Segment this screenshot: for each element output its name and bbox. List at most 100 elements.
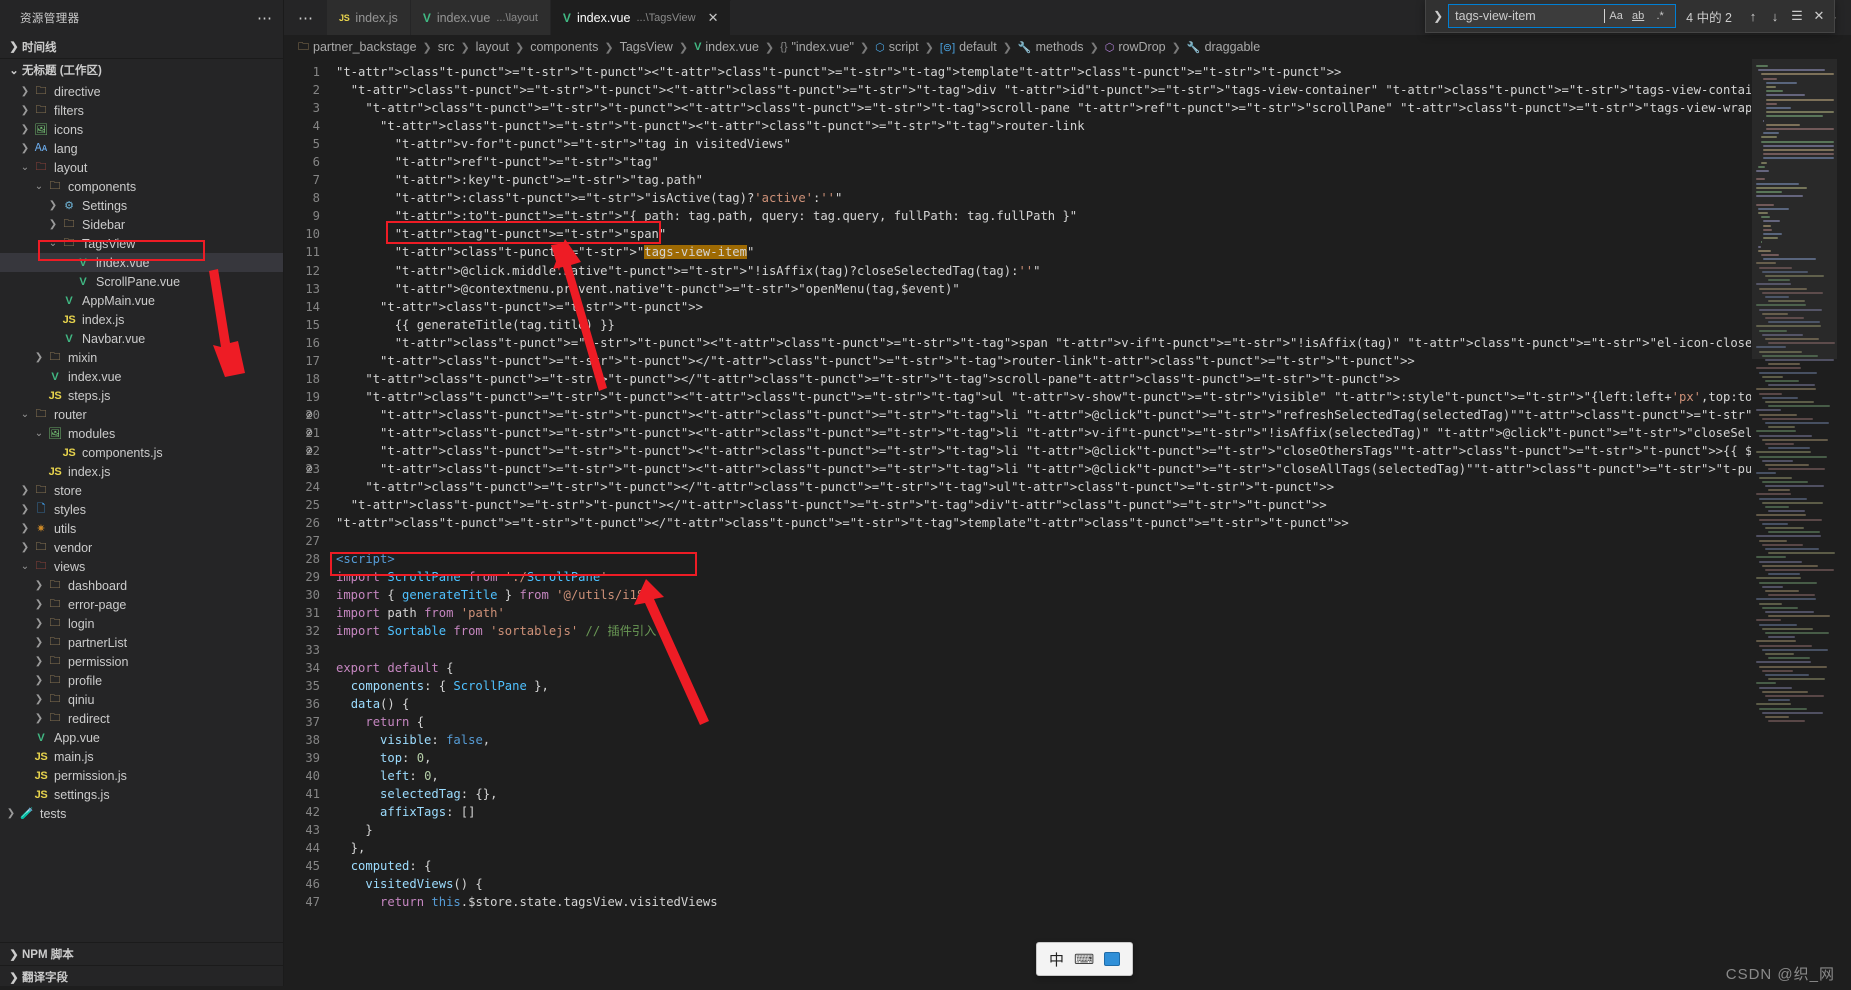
chevron-down-icon[interactable]: ⌄ xyxy=(18,162,32,173)
code-line[interactable]: 2 "t-attr">class"t-punct">="t-str">"t-pu… xyxy=(284,81,1751,99)
code-line[interactable]: 26 "t-attr">class"t-punct">="t-str">"t-pu… xyxy=(284,514,1751,532)
next-match-button[interactable]: ↓ xyxy=(1764,5,1786,27)
tree-item-appmain-vue[interactable]: V AppMain.vue xyxy=(0,291,283,310)
breadcrumb-item-draggable[interactable]: 🔧 draggable xyxy=(1187,40,1260,54)
chevron-right-icon[interactable]: ❯ xyxy=(32,675,46,686)
tree-item-index-vue[interactable]: Vindex.vue xyxy=(0,367,283,386)
code-line[interactable]: 40 left: 0, xyxy=(284,767,1751,785)
breadcrumb-item-indexvue[interactable]: {} "index.vue" xyxy=(780,40,854,54)
chevron-right-icon[interactable]: ❯ xyxy=(18,105,32,116)
code-line[interactable]: 13 "t-attr">@contextmenu.prevent.native"… xyxy=(284,280,1751,298)
tree-item-permission[interactable]: ❯ 🗀 permission xyxy=(0,652,283,671)
breadcrumb-item-tagsview[interactable]: TagsView xyxy=(620,40,673,54)
tree-item-dashboard[interactable]: ❯ 🗀 dashboard xyxy=(0,576,283,595)
breadcrumb-item-partnerbackstage[interactable]: 🗀 partner_backstage xyxy=(298,38,417,57)
code-line[interactable]: 23 ⊙ "t-attr">class"t-punct">="t-str">"t-… xyxy=(284,460,1751,478)
chevron-down-icon[interactable]: ⌄ xyxy=(46,238,60,249)
match-whole-word-toggle[interactable]: ab xyxy=(1627,6,1649,26)
use-regex-toggle[interactable]: .* xyxy=(1649,6,1671,26)
code-line[interactable]: 32 import Sortable from 'sortablejs' // 插… xyxy=(284,622,1751,640)
sidebar-section-npm-scripts[interactable]: ❯ NPM 脚本 xyxy=(0,942,283,965)
code-line[interactable]: 42 affixTags: [] xyxy=(284,803,1751,821)
keyboard-icon[interactable]: ⌨ xyxy=(1074,951,1094,968)
code-line[interactable]: 41 selectedTag: {}, xyxy=(284,785,1751,803)
code-line[interactable]: 1 "t-attr">class"t-punct">="t-str">"t-pun… xyxy=(284,63,1751,81)
code-line[interactable]: 8 "t-attr">:class"t-punct">="t-str">"isA… xyxy=(284,189,1751,207)
code-line[interactable]: 33 xyxy=(284,641,1751,659)
tree-item-login[interactable]: ❯ 🗀 login xyxy=(0,614,283,633)
breadcrumb-item-layout[interactable]: layout xyxy=(476,40,509,54)
tree-item-utils[interactable]: ❯ ✷ utils xyxy=(0,519,283,538)
code-line[interactable]: 35 components: { ScrollPane }, xyxy=(284,677,1751,695)
tree-item-tests[interactable]: ❯ 🧪 tests xyxy=(0,804,283,823)
chevron-down-icon[interactable]: ⌄ xyxy=(18,409,32,420)
sidebar-section-timeline[interactable]: ❯ 时间线 xyxy=(0,35,283,58)
tree-item-index-js[interactable]: JS index.js xyxy=(0,462,283,481)
tree-item-permission-js[interactable]: JS permission.js xyxy=(0,766,283,785)
breadcrumb[interactable]: 🗀 partner_backstage ❯ src ❯ layout ❯ components… xyxy=(284,35,1851,59)
tree-item-navbar-vue[interactable]: V Navbar.vue xyxy=(0,329,283,348)
tree-item-index-vue[interactable]: Vindex.vue xyxy=(0,253,283,272)
code-line[interactable]: 45 computed: { xyxy=(284,857,1751,875)
code-line[interactable]: 17 "t-attr">class"t-punct">="t-str">"t-p… xyxy=(284,352,1751,370)
breadcrumb-item-indexvue[interactable]: Vindex.vue xyxy=(694,40,759,54)
tree-item-settings[interactable]: ❯ ⚙ Settings xyxy=(0,196,283,215)
tree-item-modules[interactable]: ⌄ 🖼 modules xyxy=(0,424,283,443)
chevron-down-icon[interactable]: ⌄ xyxy=(32,181,46,192)
tree-item-settings-js[interactable]: JS settings.js xyxy=(0,785,283,804)
code-line[interactable]: 4 "t-attr">class"t-punct">="t-str">"t-pu… xyxy=(284,117,1751,135)
tree-item-index-js[interactable]: JS index.js xyxy=(0,310,283,329)
tree-item-app-vue[interactable]: V App.vue xyxy=(0,728,283,747)
code-line[interactable]: 20 ⊙ "t-attr">class"t-punct">="t-str">"t-… xyxy=(284,406,1751,424)
code-line[interactable]: 19 "t-attr">class"t-punct">="t-str">"t-p… xyxy=(284,388,1751,406)
code-line[interactable]: 47 return this.$store.state.tagsView.vis… xyxy=(284,893,1751,911)
code-line[interactable]: 3 "t-attr">class"t-punct">="t-str">"t-pu… xyxy=(284,99,1751,117)
tree-item-error-page[interactable]: ❯ 🗀 error-page xyxy=(0,595,283,614)
fold-indicator-icon[interactable]: ⊙ xyxy=(306,460,313,478)
fold-indicator-icon[interactable]: ⊙ xyxy=(306,406,313,424)
code-line[interactable]: 9 "t-attr">:to"t-punct">="t-str">"{ path… xyxy=(284,207,1751,225)
code-line[interactable]: 16 "t-attr">class"t-punct">="t-str">"t-p… xyxy=(284,334,1751,352)
code-line[interactable]: 44 }, xyxy=(284,839,1751,857)
code-line[interactable]: 46 visitedViews() { xyxy=(284,875,1751,893)
tree-item-directive[interactable]: ❯ 🗀 directive xyxy=(0,82,283,101)
tree-item-profile[interactable]: ❯ 🗀 profile xyxy=(0,671,283,690)
previous-match-button[interactable]: ↑ xyxy=(1742,5,1764,27)
file-tree[interactable]: ❯ 🗀 directive ❯ 🗀 filters ❯ 🖼 icons ❯ 🗛 lang ⌄ 🗀 layou… xyxy=(0,81,283,942)
tree-item-main-js[interactable]: JS main.js xyxy=(0,747,283,766)
chevron-right-icon[interactable]: ❯ xyxy=(18,523,32,534)
code-line[interactable]: 29 import ScrollPane from './ScrollPane' xyxy=(284,568,1751,586)
chevron-down-icon[interactable]: ⌄ xyxy=(18,561,32,572)
tree-item-mixin[interactable]: ❯ 🗀 mixin xyxy=(0,348,283,367)
chevron-right-icon[interactable]: ❯ xyxy=(4,808,18,819)
code-line[interactable]: 24 "t-attr">class"t-punct">="t-str">"t-p… xyxy=(284,478,1751,496)
tree-item-tagsview[interactable]: ⌄ 🗀 TagsView xyxy=(0,234,283,253)
sidebar-section-translate-fields[interactable]: ❯ 翻译字段 xyxy=(0,965,283,988)
breadcrumb-item-methods[interactable]: 🔧 methods xyxy=(1018,40,1084,54)
tab-index-vue-layout[interactable]: V index.vue ...\layout xyxy=(410,0,551,35)
chevron-right-icon[interactable]: ❯ xyxy=(32,352,46,363)
code-line[interactable]: 37 return { xyxy=(284,713,1751,731)
chevron-right-icon[interactable]: ❯ xyxy=(32,713,46,724)
toggle-replace-icon[interactable]: ❯ xyxy=(1428,9,1448,23)
tree-item-views[interactable]: ⌄ 🗀 views xyxy=(0,557,283,576)
code-line[interactable]: 14 "t-attr">class"t-punct">="t-str">"t-p… xyxy=(284,298,1751,316)
tree-item-icons[interactable]: ❯ 🖼 icons xyxy=(0,120,283,139)
code-line[interactable]: 34 export default { xyxy=(284,659,1751,677)
chevron-right-icon[interactable]: ❯ xyxy=(46,219,60,230)
ime-panel-icon[interactable] xyxy=(1104,952,1121,966)
code-line[interactable]: 22 ⊙ "t-attr">class"t-punct">="t-str">"t-… xyxy=(284,442,1751,460)
close-icon[interactable]: ✕ xyxy=(708,10,719,26)
code-line[interactable]: 15 {{ generateTitle(tag.title) }} xyxy=(284,316,1751,334)
chevron-right-icon[interactable]: ❯ xyxy=(32,637,46,648)
find-widget[interactable]: ❯ tags-view-item Aa ab .* 4 中的 2 ↑ ↓ ☰ ✕ xyxy=(1425,0,1835,33)
breadcrumb-item-src[interactable]: src xyxy=(438,40,455,54)
code-line[interactable]: 27 xyxy=(284,532,1751,550)
tree-item-components[interactable]: ⌄ 🗀 components xyxy=(0,177,283,196)
breadcrumb-item-script[interactable]: ⬡ script xyxy=(875,40,918,54)
tree-item-steps-js[interactable]: JS steps.js xyxy=(0,386,283,405)
tree-item-sidebar[interactable]: ❯ 🗀 Sidebar xyxy=(0,215,283,234)
code-line[interactable]: 12 "t-attr">@click.middle.native"t-punct… xyxy=(284,262,1751,280)
ellipsis-icon[interactable]: ⋯ xyxy=(257,9,273,27)
close-find-button[interactable]: ✕ xyxy=(1808,5,1830,27)
